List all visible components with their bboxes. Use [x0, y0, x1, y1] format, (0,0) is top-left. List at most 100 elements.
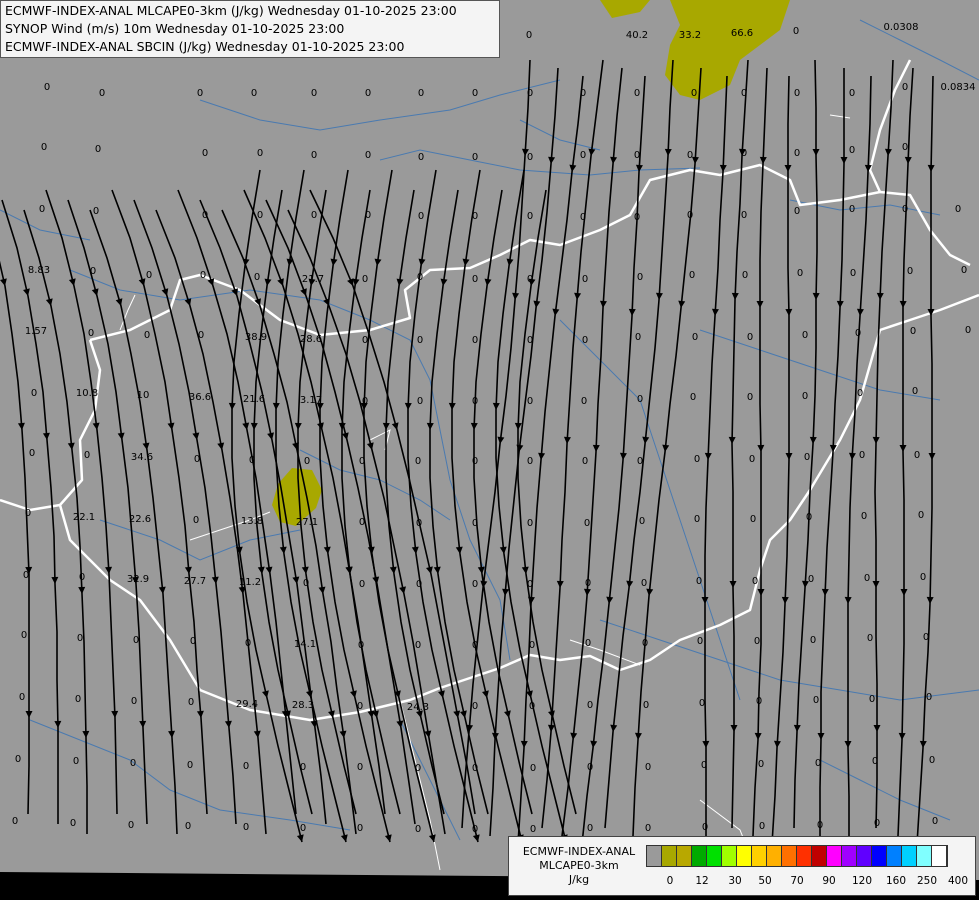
- sbcin-value: 0: [472, 763, 478, 774]
- sbcin-value: 0: [527, 456, 533, 467]
- layer-title-mlcape: ECMWF-INDEX-ANAL MLCAPE0-3km (J/kg) Wedn…: [5, 3, 457, 18]
- sbcin-value: 0: [202, 148, 208, 159]
- sbcin-value: 0: [359, 579, 365, 590]
- sbcin-value: 0: [415, 763, 421, 774]
- sbcin-value: 0: [44, 82, 50, 93]
- sbcin-value: 0: [754, 636, 760, 647]
- colorbar-swatch: [812, 846, 827, 866]
- sbcin-value: 0: [582, 456, 588, 467]
- layer-title-wind: SYNOP Wind (m/s) 10m Wednesday 01-10-202…: [5, 21, 345, 36]
- colorbar-swatch: [872, 846, 887, 866]
- map-legend-header: ECMWF-INDEX-ANAL MLCAPE0-3km (J/kg) Wedn…: [0, 0, 500, 58]
- colorbar-tick-label: 90: [822, 875, 836, 887]
- sbcin-value: 0: [635, 332, 641, 343]
- sbcin-value: 0: [472, 152, 478, 163]
- sbcin-value: 0: [19, 692, 25, 703]
- sbcin-value: 0: [529, 640, 535, 651]
- colorbar-swatch: [707, 846, 722, 866]
- sbcin-value: 0: [580, 212, 586, 223]
- sbcin-value: 0: [861, 511, 867, 522]
- sbcin-value: 0: [472, 579, 478, 590]
- sbcin-value: 0: [472, 335, 478, 346]
- sbcin-value: 24.3: [407, 702, 429, 713]
- sbcin-value: 0: [637, 394, 643, 405]
- sbcin-value: 0: [70, 818, 76, 829]
- sbcin-value: 0: [362, 274, 368, 285]
- sbcin-value: 0: [41, 142, 47, 153]
- sbcin-value: 29.4: [236, 699, 258, 710]
- sbcin-value: 0: [815, 758, 821, 769]
- sbcin-value: 0: [918, 510, 924, 521]
- sbcin-value: 0: [472, 518, 478, 529]
- sbcin-value: 27.1: [296, 517, 318, 528]
- sbcin-value: 0.0834: [941, 82, 976, 93]
- colorbar-swatch: [677, 846, 692, 866]
- sbcin-value: 0: [79, 572, 85, 583]
- sbcin-value: 0: [645, 823, 651, 834]
- sbcin-value: 0: [303, 578, 309, 589]
- sbcin-value: 0: [955, 204, 961, 215]
- sbcin-value: 0: [95, 144, 101, 155]
- colorbar-tick-label: 400: [947, 875, 969, 887]
- colorbar-swatch: [767, 846, 782, 866]
- sbcin-value: 0: [300, 823, 306, 834]
- sbcin-value: 0: [926, 692, 932, 703]
- sbcin-value: 0: [365, 210, 371, 221]
- sbcin-value: 0: [759, 821, 765, 832]
- sbcin-value: 0: [756, 696, 762, 707]
- sbcin-value: 0: [692, 332, 698, 343]
- sbcin-value: 0: [694, 454, 700, 465]
- sbcin-value: 0: [418, 211, 424, 222]
- sbcin-value: 0: [637, 456, 643, 467]
- sbcin-value: 0: [357, 762, 363, 773]
- colorbar-tick-label: 250: [916, 875, 938, 887]
- colorbar-swatches: [646, 845, 948, 867]
- sbcin-value: 0: [874, 818, 880, 829]
- sbcin-value: 0: [584, 518, 590, 529]
- sbcin-value: 0: [417, 272, 423, 283]
- sbcin-value: 0: [362, 335, 368, 346]
- colorbar-tick-label: 160: [885, 875, 907, 887]
- sbcin-value: 0: [643, 700, 649, 711]
- sbcin-value: 0: [581, 396, 587, 407]
- sbcin-value: 0: [637, 272, 643, 283]
- colorbar-swatch: [797, 846, 812, 866]
- sbcin-value: 0: [357, 701, 363, 712]
- sbcin-value: 0: [902, 82, 908, 93]
- sbcin-value: 0: [687, 150, 693, 161]
- colorbar-tick-label: 12: [695, 875, 709, 887]
- sbcin-value: 0: [194, 454, 200, 465]
- colorbar-swatch: [887, 846, 902, 866]
- sbcin-value: 0: [808, 574, 814, 585]
- sbcin-value: 0: [750, 514, 756, 525]
- sbcin-value: 28.3: [292, 700, 314, 711]
- sbcin-value: 0: [197, 88, 203, 99]
- sbcin-value: 0: [527, 579, 533, 590]
- sbcin-value: 0: [93, 206, 99, 217]
- colorbar-swatch: [827, 846, 842, 866]
- sbcin-value: 0: [742, 270, 748, 281]
- sbcin-value: 0: [249, 455, 255, 466]
- colorbar-legend: ECMWF-INDEX-ANAL MLCAPE0-3km J/kg 0 12 30 5…: [508, 836, 976, 896]
- sbcin-value: 0: [245, 638, 251, 649]
- colorbar-swatch: [782, 846, 797, 866]
- colorbar-title: ECMWF-INDEX-ANAL MLCAPE0-3km J/kg: [513, 845, 645, 887]
- sbcin-value: 0: [527, 518, 533, 529]
- sbcin-value: 0: [758, 759, 764, 770]
- colorbar-swatch: [857, 846, 872, 866]
- sbcin-value: 0: [741, 88, 747, 99]
- sbcin-value: 0: [300, 762, 306, 773]
- sbcin-value: 0: [691, 88, 697, 99]
- sbcin-value: 22.6: [129, 514, 151, 525]
- sbcin-value: 0: [580, 88, 586, 99]
- layer-title-sbcin: ECMWF-INDEX-ANAL SBCIN (J/kg) Wednesday …: [5, 39, 405, 54]
- sbcin-value: 0: [15, 754, 21, 765]
- colorbar-tick-label: 30: [728, 875, 742, 887]
- sbcin-value: 0: [25, 508, 31, 519]
- sbcin-value: 0: [187, 760, 193, 771]
- colorbar-title-line1: ECMWF-INDEX-ANAL: [522, 845, 636, 858]
- colorbar-swatch: [917, 846, 932, 866]
- sbcin-value: 8.83: [28, 265, 50, 276]
- sbcin-value: 0: [304, 456, 310, 467]
- sbcin-value: 0: [912, 386, 918, 397]
